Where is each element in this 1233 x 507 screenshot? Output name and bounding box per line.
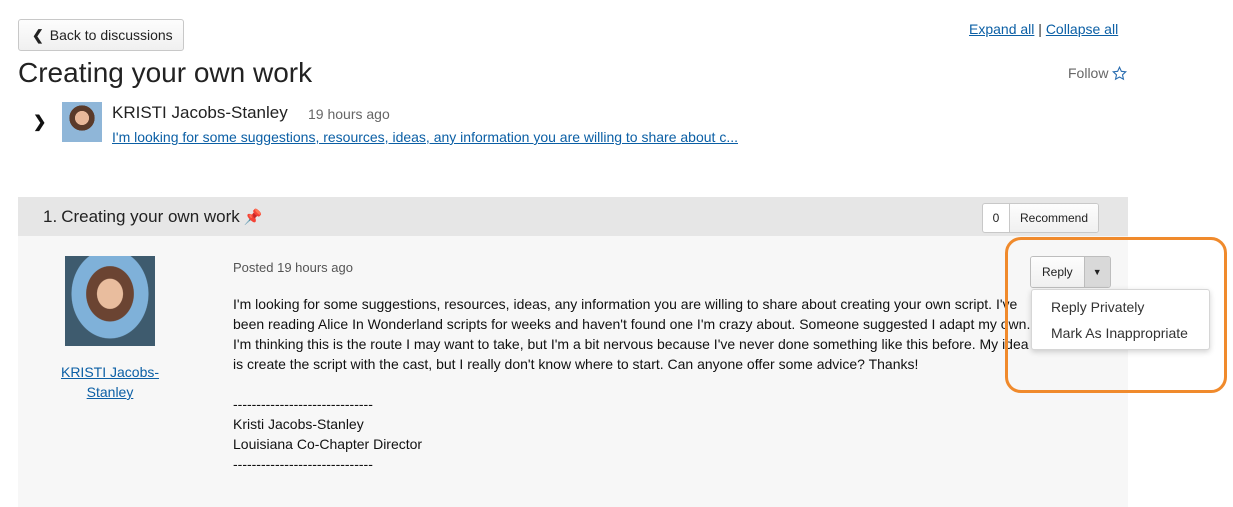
back-to-discussions-button[interactable]: ❮ Back to discussions xyxy=(18,19,184,51)
signature-rule: ------------------------------ xyxy=(233,396,373,412)
author-name-line1: KRISTI Jacobs- xyxy=(60,364,160,380)
signature-title: Louisiana Co-Chapter Director xyxy=(233,436,423,452)
recommend-count: 0 xyxy=(983,204,1010,232)
signature-name: Kristi Jacobs-Stanley xyxy=(233,416,364,432)
post-title: 1. Creating your own work 📌 xyxy=(43,207,262,227)
post-body: KRISTI Jacobs- Stanley Posted 19 hours a… xyxy=(18,236,1128,507)
recommend-label: Recommend xyxy=(1010,204,1099,232)
post-author-link[interactable]: KRISTI Jacobs- Stanley xyxy=(55,362,165,402)
collapse-all-link[interactable]: Collapse all xyxy=(1046,21,1118,37)
post-author-avatar[interactable] xyxy=(65,256,155,346)
follow-label: Follow xyxy=(1068,65,1109,81)
reply-dropdown-menu: Reply Privately Mark As Inappropriate xyxy=(1031,289,1210,350)
expand-all-link[interactable]: Expand all xyxy=(969,21,1034,37)
follow-button[interactable]: Follow xyxy=(1068,65,1128,81)
menu-item-reply-privately[interactable]: Reply Privately xyxy=(1051,299,1144,315)
pin-icon: 📌 xyxy=(243,209,263,226)
page-title: Creating your own work xyxy=(18,57,313,88)
chevron-left-icon: ❮ xyxy=(32,26,44,43)
author-name-line2: Stanley xyxy=(86,384,134,400)
reply-button-group: Reply ▼ xyxy=(1030,256,1111,288)
thread-author-name: KRISTI Jacobs-Stanley xyxy=(112,103,288,122)
recommend-button[interactable]: 0 Recommend xyxy=(982,203,1100,233)
thread-author-avatar[interactable] xyxy=(62,102,102,142)
post-number: 1. xyxy=(43,207,58,226)
thread-excerpt-link[interactable]: I'm looking for some suggestions, resour… xyxy=(112,129,738,145)
expand-collapse-links: Expand all | Collapse all xyxy=(969,21,1118,37)
signature-rule-bottom: ------------------------------ xyxy=(233,456,373,472)
caret-down-icon[interactable]: ▼ xyxy=(1084,257,1110,287)
signature: ------------------------------ Kristi Ja… xyxy=(233,394,1033,474)
thread-timestamp: 19 hours ago xyxy=(308,106,390,122)
post-header: 1. Creating your own work 📌 0 Recommend xyxy=(18,197,1128,236)
post-title-text: Creating your own work xyxy=(61,207,240,226)
thread-expand-chevron-icon[interactable]: ❯ xyxy=(33,112,46,132)
star-icon xyxy=(1112,65,1128,80)
back-button-label: Back to discussions xyxy=(49,27,173,43)
menu-item-mark-inappropriate[interactable]: Mark As Inappropriate xyxy=(1051,325,1188,341)
posted-timestamp: Posted 19 hours ago xyxy=(233,260,353,275)
post-message: I'm looking for some suggestions, resour… xyxy=(233,294,1033,474)
message-text: I'm looking for some suggestions, resour… xyxy=(233,296,1031,372)
reply-button[interactable]: Reply xyxy=(1031,257,1085,287)
link-separator: | xyxy=(1038,21,1042,37)
